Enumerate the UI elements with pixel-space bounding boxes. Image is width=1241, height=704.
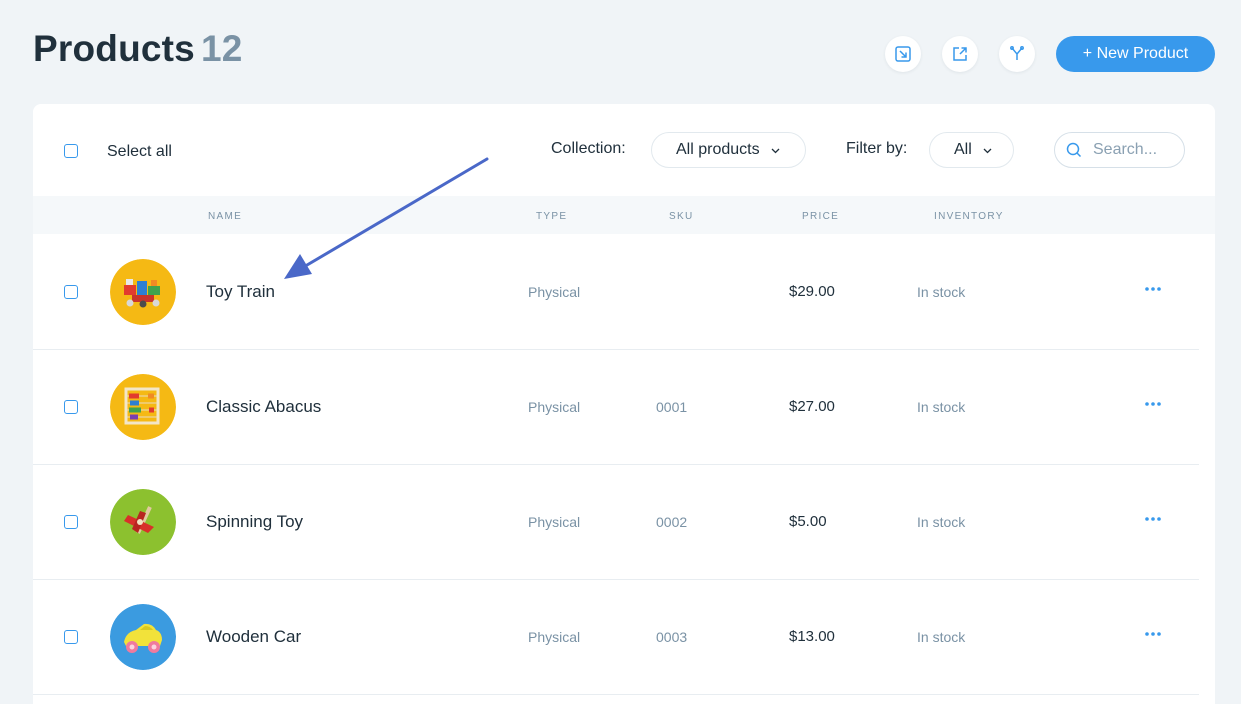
page-title-text: Products xyxy=(33,28,195,69)
toy-train-image xyxy=(110,259,176,325)
chevron-down-icon xyxy=(982,145,993,156)
filter-dropdown[interactable]: All xyxy=(929,132,1014,168)
product-name[interactable]: Classic Abacus xyxy=(206,397,321,417)
table-row[interactable]: Classic Abacus Physical 0001 $27.00 In s… xyxy=(33,350,1199,465)
export-icon xyxy=(950,44,970,64)
table-row[interactable]: Spinning Toy Physical 0002 $5.00 In stoc… xyxy=(33,465,1199,580)
row-checkbox[interactable] xyxy=(64,515,78,529)
column-header-inventory[interactable]: INVENTORY xyxy=(934,211,1004,222)
search-box[interactable] xyxy=(1054,132,1185,168)
filter-label: Filter by: xyxy=(846,140,907,158)
product-thumbnail[interactable] xyxy=(110,374,176,440)
column-header-sku[interactable]: SKU xyxy=(669,211,693,222)
row-checkbox[interactable] xyxy=(64,400,78,414)
column-header-price[interactable]: PRICE xyxy=(802,211,839,222)
collection-value: All products xyxy=(676,141,760,159)
product-sku: 0003 xyxy=(656,629,687,645)
column-header-name[interactable]: NAME xyxy=(208,211,242,222)
collection-dropdown[interactable]: All products xyxy=(651,132,806,168)
product-inventory: In stock xyxy=(917,284,965,300)
table-header: NAME TYPE SKU PRICE INVENTORY xyxy=(33,196,1215,234)
more-actions-icon[interactable] xyxy=(1143,509,1163,529)
product-price: $27.00 xyxy=(789,398,835,415)
more-actions-icon[interactable] xyxy=(1143,394,1163,414)
product-name[interactable]: Spinning Toy xyxy=(206,512,303,532)
table-row[interactable]: Toy Train Physical $29.00 In stock xyxy=(33,235,1199,350)
product-sku: 0001 xyxy=(656,399,687,415)
product-price: $13.00 xyxy=(789,628,835,645)
search-input[interactable] xyxy=(1091,140,1181,160)
export-button[interactable] xyxy=(942,36,978,72)
merge-button[interactable] xyxy=(999,36,1035,72)
chevron-down-icon xyxy=(770,145,781,156)
more-actions-icon[interactable] xyxy=(1143,624,1163,644)
product-type: Physical xyxy=(528,514,580,530)
product-inventory: In stock xyxy=(917,514,965,530)
select-all-checkbox[interactable] xyxy=(64,144,78,158)
product-type: Physical xyxy=(528,399,580,415)
product-type: Physical xyxy=(528,629,580,645)
page-title: Products12 xyxy=(33,28,243,70)
product-name[interactable]: Wooden Car xyxy=(206,627,301,647)
product-name[interactable]: Toy Train xyxy=(206,282,275,302)
import-icon xyxy=(893,44,913,64)
product-type: Physical xyxy=(528,284,580,300)
search-icon xyxy=(1065,141,1083,159)
products-card: Select all Collection: All products Filt… xyxy=(33,104,1215,704)
row-checkbox[interactable] xyxy=(64,630,78,644)
filter-value: All xyxy=(954,141,972,159)
column-header-type[interactable]: TYPE xyxy=(536,211,567,222)
product-sku: 0002 xyxy=(656,514,687,530)
product-inventory: In stock xyxy=(917,629,965,645)
spinning-toy-image xyxy=(110,489,176,555)
more-actions-icon[interactable] xyxy=(1143,279,1163,299)
new-product-button[interactable]: + New Product xyxy=(1056,36,1215,72)
wooden-car-image xyxy=(110,604,176,670)
product-inventory: In stock xyxy=(917,399,965,415)
import-button[interactable] xyxy=(885,36,921,72)
product-price: $5.00 xyxy=(789,513,827,530)
merge-icon xyxy=(1007,44,1027,64)
collection-label: Collection: xyxy=(551,140,626,158)
product-thumbnail[interactable] xyxy=(110,489,176,555)
product-count: 12 xyxy=(201,28,243,69)
product-thumbnail[interactable] xyxy=(110,259,176,325)
row-checkbox[interactable] xyxy=(64,285,78,299)
abacus-image xyxy=(110,374,176,440)
select-all-label: Select all xyxy=(107,143,172,161)
product-price: $29.00 xyxy=(789,283,835,300)
product-thumbnail[interactable] xyxy=(110,604,176,670)
toolbar: Select all Collection: All products Filt… xyxy=(33,104,1215,196)
table-row[interactable]: Wooden Car Physical 0003 $13.00 In stock xyxy=(33,580,1199,695)
